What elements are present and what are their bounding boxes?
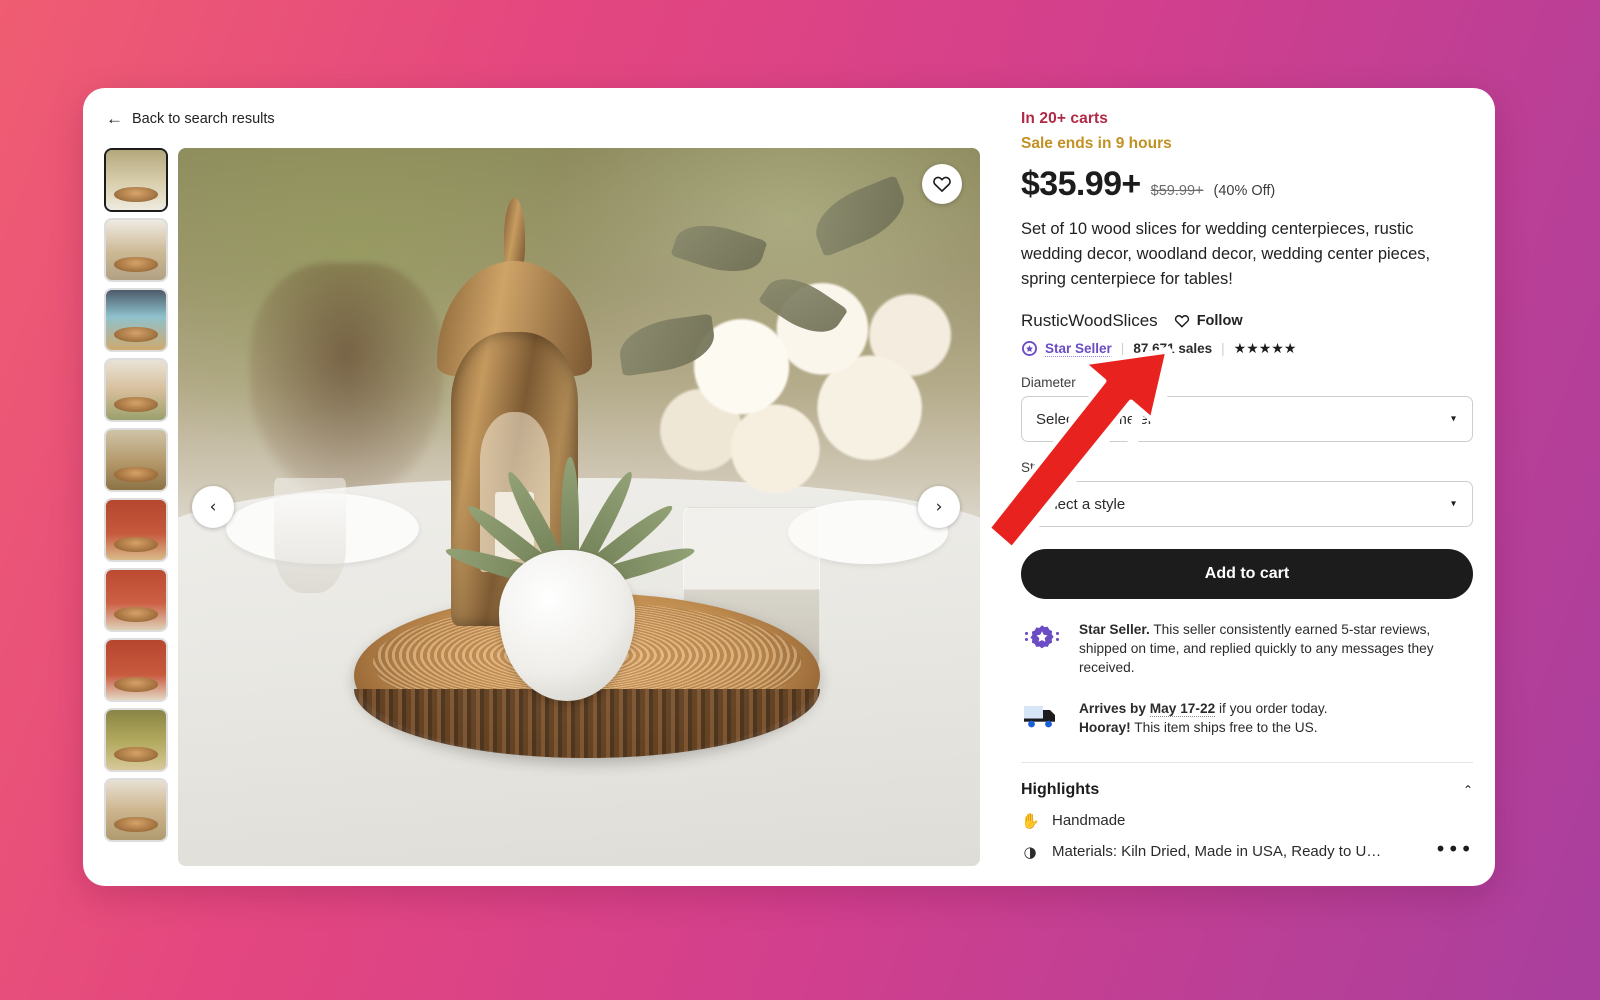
chevron-down-icon: ▾ <box>1450 498 1456 510</box>
shop-rating-stars[interactable]: ★★★★★ <box>1234 341 1297 357</box>
thumbnail-strip[interactable] <box>104 148 168 866</box>
heart-outline-icon <box>1174 315 1189 328</box>
style-label-text: Style <box>1021 460 1052 476</box>
shipping-info-text: Arrives by May 17-22 if you order today.… <box>1079 700 1328 738</box>
thumbnail-7[interactable] <box>104 568 168 632</box>
highlights-section-header[interactable]: Highlights ⌃ <box>1021 781 1473 799</box>
arrow-left-icon: ← <box>106 109 123 128</box>
product-title: Set of 10 wood slices for wedding center… <box>1021 220 1431 288</box>
heart-icon <box>933 176 951 193</box>
product-gallery: ‹ › <box>104 148 980 866</box>
divider-line <box>1021 761 1473 763</box>
star-seller-badge[interactable]: Star Seller <box>1021 340 1112 357</box>
thumbnail-8[interactable] <box>104 638 168 702</box>
back-link-label: Back to search results <box>132 110 275 127</box>
thumbnail-9[interactable] <box>104 708 168 772</box>
follow-label: Follow <box>1196 313 1243 330</box>
previous-image-button[interactable]: ‹ <box>192 486 234 528</box>
discount-percent: (40% Off) <box>1213 183 1276 199</box>
sales-count-link[interactable]: 87,671 sales <box>1133 341 1212 356</box>
free-shipping-line: Hooray! This item ships free to the US. <box>1079 719 1328 738</box>
star-seller-badge-icon <box>1021 341 1038 357</box>
shipping-info-icon-wrap <box>1021 700 1063 738</box>
original-price: $59.99+ <box>1150 183 1204 199</box>
sale-countdown-banner: Sale ends in 9 hours <box>1021 135 1172 152</box>
shop-name-link[interactable]: RusticWoodSlices <box>1021 311 1158 331</box>
style-select-value: Select a style <box>1036 495 1126 513</box>
shop-meta-row: Star Seller | 87,671 sales | ★★★★★ <box>1021 340 1473 357</box>
buy-box-panel: In 20+ carts Sale ends in 9 hours $35.99… <box>1021 110 1473 861</box>
meta-divider: | <box>1120 341 1125 357</box>
back-to-search-results-link[interactable]: ← Back to search results <box>106 110 275 127</box>
next-image-button[interactable]: › <box>918 486 960 528</box>
materials-icon: ◑ <box>1023 842 1037 861</box>
thumbnail-6[interactable] <box>104 498 168 562</box>
shop-row: RusticWoodSlices Follow <box>1021 311 1473 331</box>
chevron-right-icon: › <box>935 497 943 517</box>
arrives-by-prefix: Arrives by <box>1079 700 1150 716</box>
in-carts-badge: In 20+ carts <box>1021 110 1108 127</box>
style-field-label: Style* <box>1021 460 1473 475</box>
diameter-field-label: Diameter <box>1021 375 1076 391</box>
thumbnail-10[interactable] <box>104 778 168 842</box>
arrival-date[interactable]: May 17-22 <box>1149 700 1216 717</box>
chevron-up-icon: ⌃ <box>1462 782 1473 797</box>
thumbnail-2[interactable] <box>104 218 168 282</box>
follow-shop-button[interactable]: Follow <box>1174 313 1243 329</box>
highlight-item-materials: ◑ Materials: Kiln Dried, Made in USA, Re… <box>1021 839 1473 861</box>
meta-divider-2: | <box>1221 341 1225 357</box>
chevron-left-icon: ‹ <box>209 497 217 517</box>
chevron-down-icon: ▾ <box>1450 413 1456 425</box>
star-seller-info-text: Star Seller. This seller consistently ea… <box>1079 621 1473 678</box>
star-seller-info-block: Star Seller. This seller consistently ea… <box>1021 621 1473 678</box>
star-seller-label: Star Seller <box>1045 340 1112 357</box>
star-seller-info-icon-wrap <box>1021 621 1063 678</box>
thumbnail-3[interactable] <box>104 288 168 352</box>
add-to-cart-button[interactable]: Add to cart <box>1021 549 1473 600</box>
shipping-arrival-line: Arrives by May 17-22 if you order today. <box>1079 700 1328 719</box>
thumbnail-5[interactable] <box>104 428 168 492</box>
overflow-menu-button[interactable]: ••• <box>1435 839 1473 859</box>
diameter-select[interactable]: Select a diameter ▾ <box>1021 396 1473 443</box>
delivery-truck-icon <box>1024 705 1055 728</box>
product-photo <box>178 148 980 866</box>
main-product-image[interactable]: ‹ › <box>178 148 980 866</box>
price-row: $35.99+ $59.99+ (40% Off) <box>1021 165 1473 204</box>
current-price: $35.99+ <box>1021 165 1141 203</box>
thumbnail-1[interactable] <box>104 148 168 212</box>
star-seller-info-bold: Star Seller. <box>1079 622 1150 638</box>
thumbnail-4[interactable] <box>104 358 168 422</box>
style-select[interactable]: Select a style ▾ <box>1021 481 1473 528</box>
free-shipping-text: This item ships free to the US. <box>1130 719 1318 735</box>
highlight-label: Materials: Kiln Dried, Made in USA, Read… <box>1052 843 1382 861</box>
diameter-select-value: Select a diameter <box>1036 410 1153 428</box>
highlights-title: Highlights <box>1021 780 1100 798</box>
product-detail-card: ← Back to search results ‹ › In 20+ cart… <box>83 88 1495 886</box>
arrives-by-suffix: if you order today. <box>1215 700 1328 716</box>
highlight-label: Handmade <box>1052 812 1126 830</box>
shipping-info-block: Arrives by May 17-22 if you order today.… <box>1021 700 1473 738</box>
star-seller-badge-icon <box>1025 625 1059 649</box>
favorite-button[interactable] <box>922 164 962 204</box>
highlight-item-handmade: ✋ Handmade <box>1021 812 1473 830</box>
handmade-hand-icon: ✋ <box>1021 811 1040 830</box>
hooray-label: Hooray! <box>1079 719 1131 735</box>
required-asterisk: * <box>1051 460 1057 476</box>
